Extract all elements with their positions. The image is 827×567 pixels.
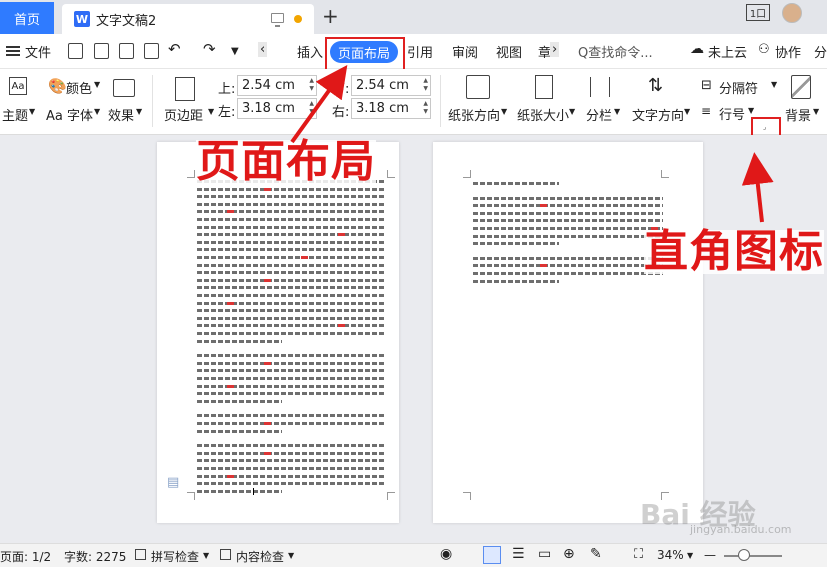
chevron-down-icon: ▼	[203, 551, 210, 560]
zoom-level[interactable]: 34%	[657, 548, 684, 562]
content-check-icon	[220, 549, 231, 560]
spell-check-icon	[135, 549, 146, 560]
web-view-icon[interactable]: ⊕	[563, 546, 575, 562]
pen-icon[interactable]: ✎	[590, 546, 602, 562]
chevron-down-icon: ▼	[687, 551, 694, 560]
zoom-slider[interactable]	[724, 555, 782, 557]
read-mode-icon[interactable]: ▭	[538, 546, 551, 562]
fit-page-icon[interactable]: ⛶	[634, 547, 643, 562]
status-bar: 页面: 1/2 字数: 2275 拼写检查 ▼ 内容检查 ▼ ◉ ☰ ▭ ⊕ ✎…	[0, 543, 827, 567]
zoom-slider-knob[interactable]	[738, 549, 750, 561]
watermark-url: jingyan.baidu.com	[690, 523, 792, 536]
page-indicator[interactable]: 页面: 1/2	[0, 548, 51, 565]
chevron-down-icon: ▼	[288, 551, 295, 560]
arrow-to-page-layout-tab	[290, 65, 348, 144]
spell-check-button[interactable]: 拼写检查	[151, 548, 199, 565]
eye-protection-icon[interactable]: ◉	[440, 546, 452, 562]
zoom-out-button[interactable]: —	[704, 548, 716, 562]
arrow-to-corner-icon	[741, 152, 774, 223]
word-count[interactable]: 字数: 2275	[64, 548, 126, 565]
content-check-button[interactable]: 内容检查	[236, 548, 284, 565]
outline-view-icon[interactable]: ☰	[512, 546, 525, 562]
page-view-icon[interactable]	[483, 546, 501, 564]
annotation-arrows	[290, 65, 774, 223]
